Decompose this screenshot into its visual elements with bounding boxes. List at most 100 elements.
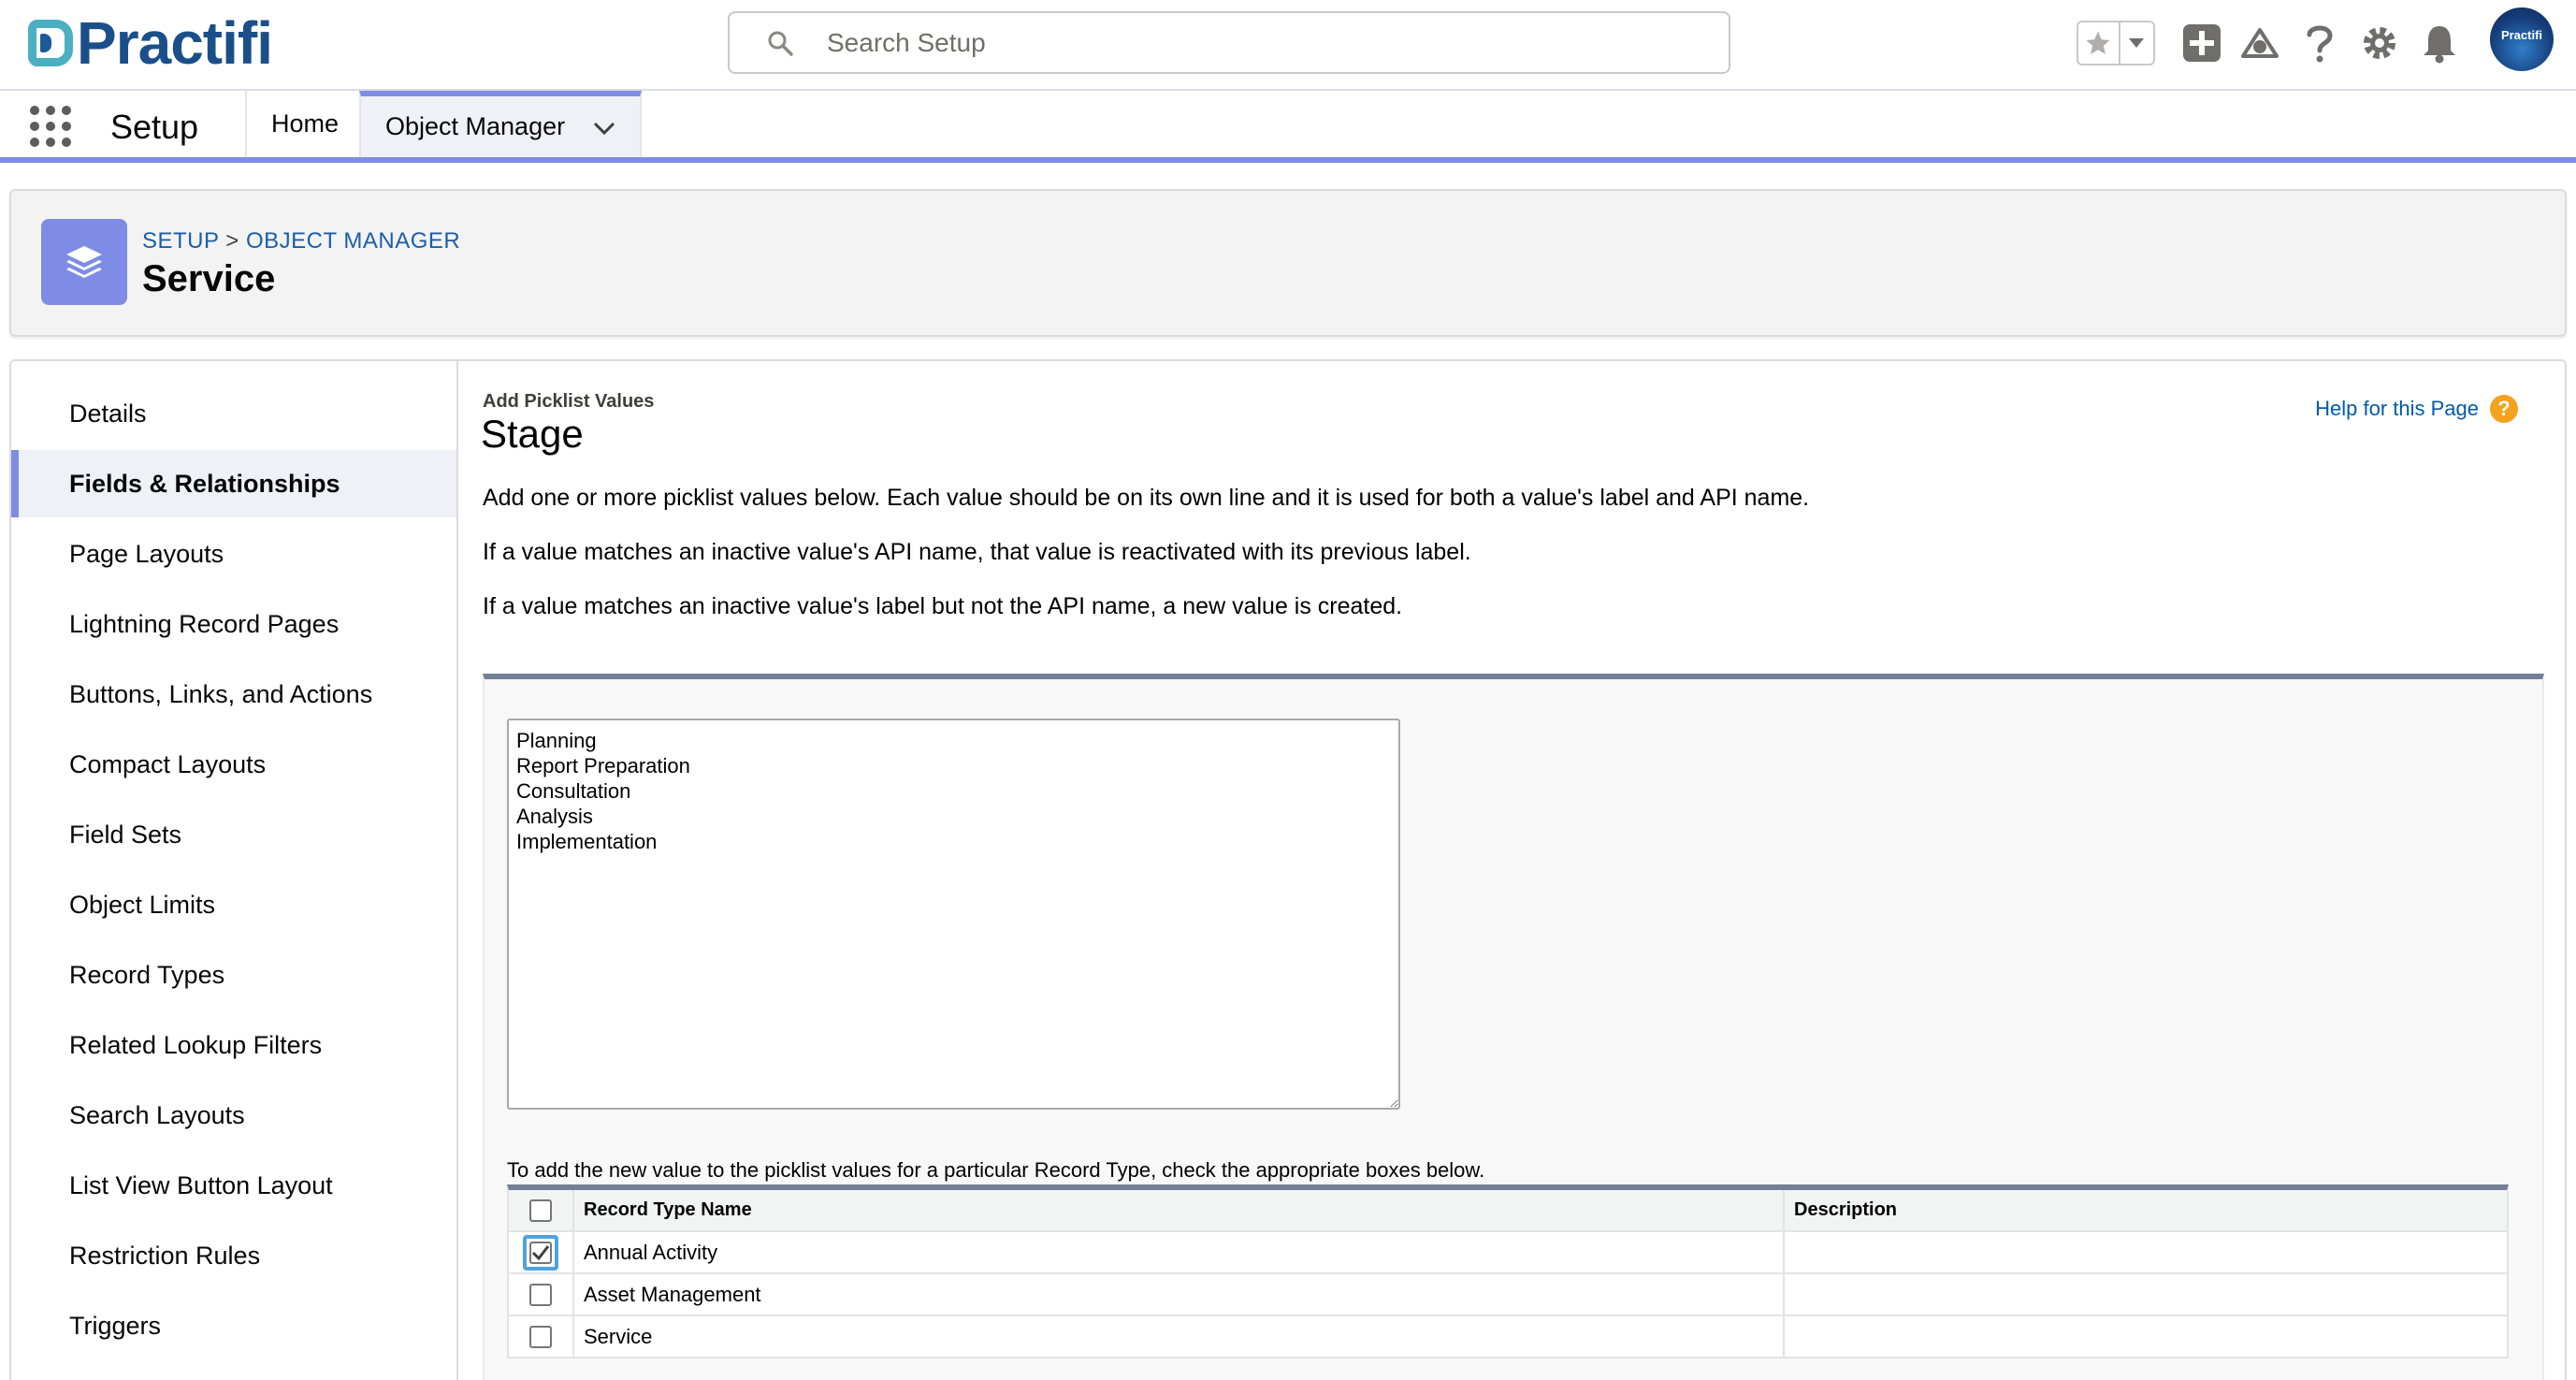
gear-icon bbox=[2364, 27, 2395, 59]
global-actions-button[interactable] bbox=[2179, 21, 2224, 65]
sidebar-item-list-view-button-layout[interactable]: List View Button Layout bbox=[11, 1152, 456, 1219]
record-type-description bbox=[1783, 1232, 1794, 1272]
table-row: Annual Activity bbox=[509, 1232, 2507, 1274]
instruction-text: If a value matches an inactive value's A… bbox=[483, 539, 1471, 565]
record-type-name: Annual Activity bbox=[584, 1240, 718, 1264]
global-header: Practifi Practifi bbox=[0, 0, 2576, 91]
add-icon bbox=[2183, 24, 2221, 62]
sidebar-item-details[interactable]: Details bbox=[11, 380, 456, 447]
favorites-group bbox=[2077, 21, 2155, 65]
context-nav-bar: Setup Home Object Manager bbox=[0, 91, 2576, 163]
row-checkbox-cell bbox=[509, 1232, 574, 1272]
instruction-text: Add one or more picklist values below. E… bbox=[483, 485, 1810, 511]
record-type-caption: To add the new value to the picklist val… bbox=[507, 1158, 1485, 1182]
layers-icon bbox=[41, 219, 127, 305]
picklist-values-textarea[interactable]: Planning Report Preparation Consultation… bbox=[507, 719, 1400, 1110]
sidebar-item-label: Search Layouts bbox=[69, 1100, 245, 1129]
object-sidebar: Details Fields & Relationships Page Layo… bbox=[11, 361, 458, 1380]
breadcrumb-object-manager-link[interactable]: OBJECT MANAGER bbox=[246, 228, 460, 254]
page-header: SETUP > OBJECT MANAGER Service bbox=[9, 189, 2567, 337]
column-header-description: Description bbox=[1783, 1190, 1897, 1230]
content-title: Stage bbox=[481, 412, 584, 456]
content-area: Add Picklist Values Stage Help for this … bbox=[460, 361, 2565, 1380]
tab-object-manager[interactable]: Object Manager bbox=[359, 91, 642, 157]
tab-object-manager-label: Object Manager bbox=[385, 112, 566, 140]
record-type-name: Asset Management bbox=[584, 1282, 761, 1306]
tab-home[interactable]: Home bbox=[245, 91, 359, 157]
app-name: Setup bbox=[110, 108, 199, 146]
sidebar-item-related-lookup-filters[interactable]: Related Lookup Filters bbox=[11, 1011, 456, 1079]
caret-down-icon bbox=[2129, 38, 2145, 48]
checkbox-focus-ring bbox=[523, 1234, 558, 1271]
main-container: Details Fields & Relationships Page Layo… bbox=[9, 359, 2567, 1380]
sidebar-item-field-sets[interactable]: Field Sets bbox=[11, 801, 456, 868]
avatar-label: Practifi bbox=[2500, 27, 2543, 42]
breadcrumb-setup-link[interactable]: SETUP bbox=[142, 228, 219, 254]
column-header-record-type-name: Record Type Name bbox=[584, 1199, 752, 1220]
bell-icon bbox=[2424, 26, 2455, 64]
help-link-label: Help for this Page bbox=[2315, 397, 2479, 420]
row-checkbox[interactable] bbox=[529, 1283, 552, 1306]
sidebar-item-label: List View Button Layout bbox=[69, 1170, 333, 1199]
favorites-dropdown-button[interactable] bbox=[2120, 22, 2153, 64]
sidebar-item-record-types[interactable]: Record Types bbox=[11, 941, 456, 1009]
select-all-cell bbox=[509, 1190, 574, 1230]
tab-home-label: Home bbox=[271, 109, 340, 138]
logo-text: Practifi bbox=[77, 9, 273, 77]
checkmark-icon bbox=[531, 1244, 550, 1260]
table-row: Asset Management bbox=[509, 1274, 2507, 1316]
app-launcher-icon[interactable] bbox=[30, 106, 71, 147]
record-type-description bbox=[1783, 1316, 1794, 1357]
sidebar-item-search-layouts[interactable]: Search Layouts bbox=[11, 1082, 456, 1149]
record-type-table: Record Type Name Description Annual Acti… bbox=[507, 1184, 2509, 1358]
breadcrumb: SETUP > OBJECT MANAGER bbox=[142, 228, 460, 254]
sidebar-item-page-layouts[interactable]: Page Layouts bbox=[11, 520, 456, 588]
sidebar-item-restriction-rules[interactable]: Restriction Rules bbox=[11, 1222, 456, 1289]
notifications-button[interactable] bbox=[2417, 21, 2462, 65]
table-header-row: Record Type Name Description bbox=[509, 1190, 2507, 1232]
search-input[interactable] bbox=[827, 26, 1669, 60]
search-box[interactable] bbox=[728, 11, 1730, 74]
search-icon bbox=[768, 31, 793, 56]
sidebar-item-buttons-links-actions[interactable]: Buttons, Links, and Actions bbox=[11, 661, 456, 728]
favorites-star-button[interactable] bbox=[2078, 22, 2120, 64]
breadcrumb-separator: > bbox=[225, 228, 239, 254]
instruction-text: If a value matches an inactive value's l… bbox=[483, 593, 1403, 619]
record-type-name: Service bbox=[584, 1324, 653, 1348]
select-all-checkbox[interactable] bbox=[529, 1198, 552, 1222]
sidebar-item-label: Object Limits bbox=[69, 890, 216, 919]
row-checkbox-cell bbox=[509, 1274, 574, 1315]
sidebar-item-label: Restriction Rules bbox=[69, 1241, 261, 1270]
sidebar-item-label: Details bbox=[69, 399, 147, 428]
sidebar-item-label: Lightning Record Pages bbox=[69, 609, 340, 638]
sidebar-item-label: Record Types bbox=[69, 960, 225, 989]
sidebar-item-label: Related Lookup Filters bbox=[69, 1030, 323, 1059]
picklist-panel: Planning Report Preparation Consultation… bbox=[483, 674, 2544, 1380]
row-checkbox-cell bbox=[509, 1316, 574, 1357]
trailhead-button[interactable] bbox=[2237, 21, 2282, 65]
star-icon bbox=[2086, 31, 2110, 54]
sidebar-item-object-limits[interactable]: Object Limits bbox=[11, 871, 456, 938]
sidebar-item-label: Fields & Relationships bbox=[69, 469, 340, 498]
sidebar-item-label: Page Layouts bbox=[69, 539, 224, 568]
sidebar-item-label: Compact Layouts bbox=[69, 749, 267, 778]
setup-gear-button[interactable] bbox=[2357, 21, 2402, 65]
sidebar-item-fields-relationships[interactable]: Fields & Relationships bbox=[11, 450, 456, 517]
chevron-down-icon[interactable] bbox=[593, 121, 615, 136]
row-checkbox[interactable] bbox=[529, 1325, 552, 1348]
record-type-description bbox=[1783, 1274, 1794, 1315]
sidebar-item-lightning-record-pages[interactable]: Lightning Record Pages bbox=[11, 590, 456, 658]
user-avatar[interactable]: Practifi bbox=[2490, 7, 2554, 71]
help-button[interactable] bbox=[2297, 21, 2342, 65]
sidebar-item-triggers[interactable]: Triggers bbox=[11, 1292, 456, 1359]
section-label: Add Picklist Values bbox=[483, 391, 655, 412]
sidebar-item-label: Triggers bbox=[69, 1311, 162, 1340]
practifi-logo[interactable]: Practifi bbox=[28, 9, 273, 77]
trailhead-icon bbox=[2241, 28, 2279, 58]
help-for-page-link[interactable]: Help for this Page ? bbox=[2315, 395, 2518, 423]
row-checkbox[interactable] bbox=[529, 1241, 552, 1264]
page-title: Service bbox=[142, 258, 276, 299]
practifi-logo-mark bbox=[28, 20, 73, 66]
sidebar-item-compact-layouts[interactable]: Compact Layouts bbox=[11, 731, 456, 798]
help-icon: ? bbox=[2490, 395, 2518, 423]
